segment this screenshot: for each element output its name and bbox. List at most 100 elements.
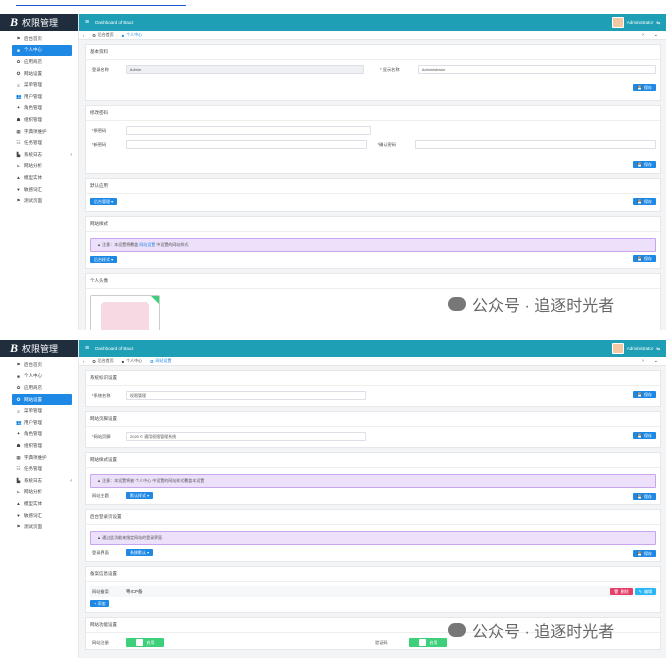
tab-profile[interactable]: ■ 个人中心 — [122, 32, 142, 38]
site-settings-link[interactable]: 网站设置 — [139, 242, 155, 248]
breadcrumb: Dashboard of Baoz — [95, 20, 134, 25]
confirm-password-field[interactable] — [414, 140, 656, 149]
flag-icon: ⚑ — [16, 361, 21, 367]
sidebar-item-7[interactable]: ☗ 组织管理 — [0, 440, 78, 452]
notice-prefix: ▲ 注意：本设置将覆盖 — [97, 242, 139, 247]
save-label: 保存 — [644, 432, 652, 438]
app-logo[interactable]: B 权限管理 — [0, 340, 78, 357]
save-button[interactable]: 💾 保存 — [633, 161, 656, 168]
default-app-select[interactable]: 后台管理 ▾ — [90, 198, 118, 205]
sidebar-item-6[interactable]: ✦ 角色管理 — [0, 103, 78, 115]
chevron-left-icon: ‹ — [70, 151, 72, 158]
system-name-field[interactable]: 权限管理 — [126, 391, 366, 400]
sidebar-item-label: 模型实体 — [24, 174, 42, 180]
add-button[interactable]: + 添加 — [90, 600, 110, 607]
hamburger-icon[interactable]: ≡ — [85, 345, 89, 352]
sidebar-item-1[interactable]: ■ 个人中心 — [12, 44, 72, 57]
tab-prev-icon[interactable]: ‹ — [83, 359, 84, 364]
sidebar-item-8[interactable]: ▦ 字典项维护 — [0, 126, 78, 138]
sidebar-item-label: 菜单管理 — [24, 82, 42, 88]
flag-icon: ⚑ — [16, 35, 21, 41]
register-toggle[interactable]: 启用 — [126, 638, 164, 647]
hamburger-icon[interactable]: ≡ — [85, 19, 89, 26]
card-title: 修改密码 — [86, 106, 660, 121]
sidebar-item-1[interactable]: ■ 个人中心 — [0, 371, 78, 383]
tab-home[interactable]: ✪ 后台首页 — [92, 358, 113, 364]
save-button[interactable]: 💾 保存 — [633, 550, 656, 557]
sidebar-item-3[interactable]: ✪ 网站设置 — [0, 68, 78, 80]
sidebar-item-label: 后台首页 — [24, 361, 42, 367]
save-button[interactable]: 💾 保存 — [633, 84, 656, 91]
card-title: 默认应用 — [86, 179, 660, 194]
tab-next-icon[interactable]: › — [642, 358, 644, 364]
dict-icon: ▦ — [16, 454, 21, 460]
display-name-field[interactable]: Administrator — [417, 65, 656, 74]
sidebar-item-14[interactable]: ⚑ 测试页面 — [0, 521, 78, 533]
tab-prev-icon[interactable]: ‹ — [83, 33, 84, 38]
sidebar-item-4[interactable]: ≡ 菜单管理 — [0, 405, 78, 417]
save-button[interactable]: 💾 保存 — [633, 391, 656, 398]
toggle-knob — [418, 639, 426, 646]
sidebar-item-0[interactable]: ⚑ 后台首页 — [0, 33, 78, 45]
sidebar-item-3[interactable]: ✪ 网站设置 — [12, 393, 72, 406]
sidebar-item-6[interactable]: ✦ 角色管理 — [0, 429, 78, 441]
sidebar-item-13[interactable]: ♥ 敏感词汇 — [0, 510, 78, 522]
sidebar-item-9[interactable]: ☷ 任务管理 — [0, 137, 78, 149]
user-menu[interactable]: Administrator ⇆ — [611, 17, 660, 28]
sidebar-item-label: 任务管理 — [24, 466, 42, 472]
sidebar-item-11[interactable]: ⊾ 网站分析 — [0, 487, 78, 499]
sidebar-item-4[interactable]: ≡ 菜单管理 — [0, 79, 78, 91]
task-icon: ☷ — [16, 140, 21, 146]
sidebar-item-11[interactable]: ⊾ 网站分析 — [0, 161, 78, 173]
save-button[interactable]: 💾 保存 — [633, 493, 656, 500]
log-icon: ▙ — [16, 477, 21, 483]
tab-home[interactable]: ✪ 后台首页 — [92, 32, 113, 38]
sidebar-item-2[interactable]: ✿ 应用商店 — [0, 382, 78, 394]
logo-mark: B — [10, 15, 19, 29]
breadcrumb: Dashboard of Baoz — [95, 346, 134, 351]
sidebar-item-12[interactable]: ▲ 模型实体 — [0, 498, 78, 510]
app-title: 权限管理 — [22, 18, 59, 28]
style-select[interactable]: 后台样式 ▾ — [90, 256, 118, 263]
sidebar-item-12[interactable]: ▲ 模型实体 — [0, 172, 78, 184]
chevron-down-icon[interactable]: ⌄ — [654, 358, 658, 364]
new-password-field[interactable] — [125, 140, 367, 149]
delete-button[interactable]: 🗑 删除 — [609, 588, 633, 595]
sidebar-item-10[interactable]: ▙ 系统日志 ‹ — [0, 475, 78, 487]
save-button[interactable]: 💾 保存 — [633, 432, 656, 439]
sidebar-item-5[interactable]: 👥 用户管理 — [0, 417, 78, 429]
user-menu[interactable]: Administrator ⇆ — [611, 343, 660, 354]
sidebar-item-label: 应用商店 — [24, 384, 42, 390]
sidebar-item-14[interactable]: ⚑ 测试页面 — [0, 195, 78, 207]
theme-select[interactable]: 默认样式 ▾ — [126, 492, 154, 499]
footer-label: *网站页脚 — [92, 433, 111, 439]
footer-field[interactable]: 2020 © 通用权限管理系统 — [126, 432, 366, 441]
tab-settings[interactable]: ✪ 网站设置 — [150, 358, 171, 364]
settings-icon: ✪ — [16, 70, 21, 76]
chevron-left-icon: ‹ — [70, 477, 72, 484]
app-logo[interactable]: B 权限管理 — [0, 14, 78, 31]
sidebar-item-0[interactable]: ⚑ 后台首页 — [0, 359, 78, 371]
captcha-toggle[interactable]: 启用 — [409, 638, 447, 647]
sidebar-item-13[interactable]: ♥ 敏感词汇 — [0, 184, 78, 196]
avatar-upload[interactable] — [90, 295, 160, 330]
sidebar-item-label: 角色管理 — [24, 431, 42, 437]
sidebar: B 权限管理 ⚑ 后台首页 ■ 个人中心 ✿ 应用商店 ✪ 网站设置 ≡ 菜单管理 👥 用户管理 ✦ 角色… — [0, 14, 79, 330]
sidebar-item-2[interactable]: ✿ 应用商店 — [0, 56, 78, 68]
sidebar-item-7[interactable]: ☗ 组织管理 — [0, 114, 78, 126]
sidebar-item-5[interactable]: 👥 用户管理 — [0, 91, 78, 103]
save-label: 保存 — [644, 493, 652, 499]
sidebar-item-9[interactable]: ☷ 任务管理 — [0, 463, 78, 475]
save-button[interactable]: 💾 保存 — [633, 198, 656, 205]
tab-profile[interactable]: ■ 个人中心 — [122, 358, 142, 364]
watermark: 公众号 · 追逐时光者 — [448, 618, 614, 642]
chevron-down-icon[interactable]: ⌄ — [654, 32, 658, 38]
edit-button[interactable]: ✎ 编辑 — [634, 588, 656, 595]
sidebar-item-label: 网站分析 — [24, 489, 42, 495]
save-button[interactable]: 💾 保存 — [633, 255, 656, 262]
sidebar-item-10[interactable]: ▙ 系统日志 ‹ — [0, 149, 78, 161]
old-password-field[interactable] — [126, 126, 371, 135]
sidebar-item-8[interactable]: ▦ 字典项维护 — [0, 452, 78, 464]
tab-next-icon[interactable]: › — [642, 32, 644, 38]
login-page-select[interactable]: 系统默认 ▾ — [126, 549, 154, 556]
